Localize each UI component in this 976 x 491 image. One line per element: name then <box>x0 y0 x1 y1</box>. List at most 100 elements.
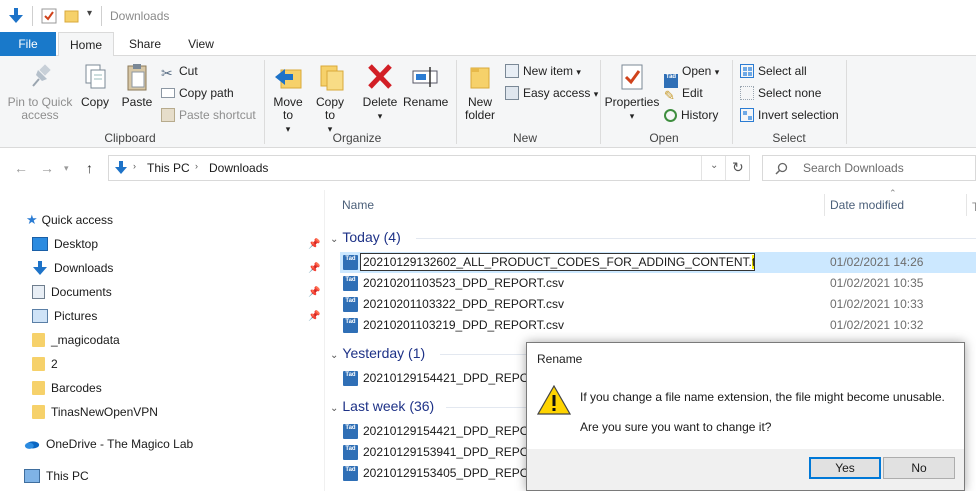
rename-button[interactable]: Rename <box>403 62 448 109</box>
properties-qat-icon[interactable] <box>41 8 57 24</box>
nav-item-downloads[interactable]: Downloads <box>32 257 113 279</box>
refresh-icon[interactable]: ↻ <box>732 159 744 176</box>
back-arrow-icon[interactable]: ← <box>14 160 28 176</box>
file-name: 20210129153405_DPD_REPORT.c <box>363 466 553 480</box>
table-row[interactable]: Tad 20210129132602_ALL_PRODUCT_CODES_FOR… <box>340 252 976 273</box>
select-all-button[interactable]: Select all <box>740 62 807 80</box>
cut-button[interactable]: ✂ Cut <box>161 62 198 80</box>
pane-divider[interactable] <box>324 190 325 491</box>
divider <box>701 156 702 180</box>
group-label: Today (4) <box>342 229 401 245</box>
edit-button[interactable]: ✎ Edit <box>664 84 703 103</box>
nav-item-pictures[interactable]: Pictures <box>32 305 97 327</box>
delete-button[interactable]: Delete ▾ <box>360 62 400 123</box>
delete-x-icon <box>368 64 392 89</box>
copy-button[interactable]: Copy <box>78 62 112 109</box>
pinned-icon[interactable]: 📌 <box>308 311 320 322</box>
table-row[interactable]: Tad 20210201103322_DPD_REPORT.csv 01/02/… <box>340 294 976 315</box>
nav-item-tinasnewopenvpn[interactable]: TinasNewOpenVPN <box>32 401 158 423</box>
new-folder-label: New folder <box>464 95 496 122</box>
copy-to-button[interactable]: Copy to ▾ <box>312 62 348 136</box>
forward-arrow-icon[interactable]: → <box>40 160 54 176</box>
date-modified: 01/02/2021 14:26 <box>830 255 924 269</box>
nav-label: TinasNewOpenVPN <box>51 405 158 419</box>
tab-share[interactable]: Share <box>118 32 172 56</box>
pictures-icon <box>32 309 48 323</box>
group-header-last-week[interactable]: ⌄ Last week (36) <box>330 398 434 414</box>
address-dropdown-chevron-icon[interactable]: ⌄ <box>710 160 718 171</box>
search-box[interactable]: Search Downloads <box>762 155 976 181</box>
select-none-label: Select none <box>758 86 822 100</box>
new-item-button[interactable]: New item ▾ <box>505 62 581 80</box>
column-header-name[interactable]: Name <box>342 198 374 212</box>
recent-locations-chevron-icon[interactable]: ▾ <box>64 163 69 174</box>
nav-item-desktop[interactable]: Desktop <box>32 233 98 255</box>
pinned-icon[interactable]: 📌 <box>308 239 320 250</box>
copy-path-button[interactable]: Copy path <box>161 84 234 102</box>
new-folder-button[interactable]: New folder <box>460 62 500 122</box>
date-modified: 01/02/2021 10:32 <box>830 318 924 332</box>
edit-label: Edit <box>682 86 703 100</box>
paste-label: Paste <box>121 95 153 109</box>
group-header-today[interactable]: ⌄ Today (4) <box>330 229 401 245</box>
column-divider[interactable] <box>824 194 825 216</box>
pinned-icon[interactable]: 📌 <box>308 263 320 274</box>
easy-access-label: Easy access <box>523 86 591 100</box>
column-divider[interactable] <box>966 194 967 216</box>
nav-item-documents[interactable]: Documents <box>32 281 112 303</box>
group-divider <box>456 60 457 144</box>
scissors-icon: ✂ <box>161 65 173 81</box>
nav-item-magicodata[interactable]: _magicodata <box>32 329 120 351</box>
properties-button[interactable]: Properties ▾ <box>604 62 660 123</box>
paste-shortcut-button[interactable]: Paste shortcut <box>161 106 256 124</box>
move-to-button[interactable]: Move to ▾ <box>270 62 306 136</box>
file-icon: Tad <box>343 371 358 386</box>
file-icon: Tad <box>343 445 358 460</box>
paste-shortcut-label: Paste shortcut <box>179 108 256 122</box>
nav-this-pc[interactable]: This PC <box>24 465 89 487</box>
rename-input[interactable]: 20210129132602_ALL_PRODUCT_CODES_FOR_ADD… <box>360 253 755 271</box>
invert-selection-button[interactable]: Invert selection <box>740 106 839 124</box>
column-header-date-modified[interactable]: Date modified <box>830 198 904 212</box>
breadcrumb-downloads[interactable]: Downloads <box>209 161 268 175</box>
cut-label: Cut <box>179 64 198 78</box>
delete-label: Delete <box>362 95 398 109</box>
tab-view[interactable]: View <box>174 32 228 56</box>
new-folder-qat-icon[interactable] <box>64 8 80 24</box>
open-button[interactable]: Tad Open ▾ <box>664 62 719 88</box>
select-group-label: Select <box>772 131 806 145</box>
pin-to-quick-access-button[interactable]: Pin to Quick access <box>4 62 76 122</box>
computer-icon <box>24 469 40 483</box>
group-divider <box>732 60 733 144</box>
onedrive-cloud-icon <box>24 441 40 449</box>
tab-home[interactable]: Home <box>58 32 114 57</box>
easy-access-button[interactable]: Easy access ▾ <box>505 84 598 102</box>
file-icon: Tad <box>343 466 358 481</box>
filename-extension: txt <box>751 255 754 269</box>
nav-onedrive[interactable]: OneDrive - The Magico Lab <box>24 433 193 455</box>
clipboard-group-label: Clipboard <box>104 131 156 145</box>
easy-access-chevron-icon: ▾ <box>593 89 599 99</box>
breadcrumb-this-pc[interactable]: This PC <box>147 161 190 175</box>
quick-access-down-arrow-icon[interactable] <box>8 8 24 24</box>
nav-item-2[interactable]: 2 <box>32 353 58 375</box>
rename-icon <box>412 67 438 87</box>
select-none-button[interactable]: Select none <box>740 84 821 102</box>
nav-quick-access[interactable]: ★ Quick access <box>26 209 113 231</box>
group-divider <box>446 407 526 408</box>
up-arrow-icon[interactable]: ↑ <box>86 160 93 176</box>
qat-customize-chevron-icon[interactable]: ▾ <box>87 8 92 19</box>
history-button[interactable]: History <box>664 106 718 124</box>
copy-to-label: Copy to <box>315 95 344 122</box>
table-row[interactable]: Tad 20210201103523_DPD_REPORT.csv 01/02/… <box>340 273 976 294</box>
table-row[interactable]: Tad 20210201103219_DPD_REPORT.csv 01/02/… <box>340 315 976 336</box>
window-title: Downloads <box>110 9 170 23</box>
address-bar[interactable]: › This PC › Downloads ⌄ ↻ <box>108 155 750 181</box>
nav-item-barcodes[interactable]: Barcodes <box>32 377 102 399</box>
no-button[interactable]: No <box>883 457 955 479</box>
group-header-yesterday[interactable]: ⌄ Yesterday (1) <box>330 345 425 361</box>
paste-button[interactable]: Paste <box>118 62 156 109</box>
yes-button[interactable]: Yes <box>809 457 881 479</box>
tab-file[interactable]: File <box>0 32 56 56</box>
pinned-icon[interactable]: 📌 <box>308 287 320 298</box>
